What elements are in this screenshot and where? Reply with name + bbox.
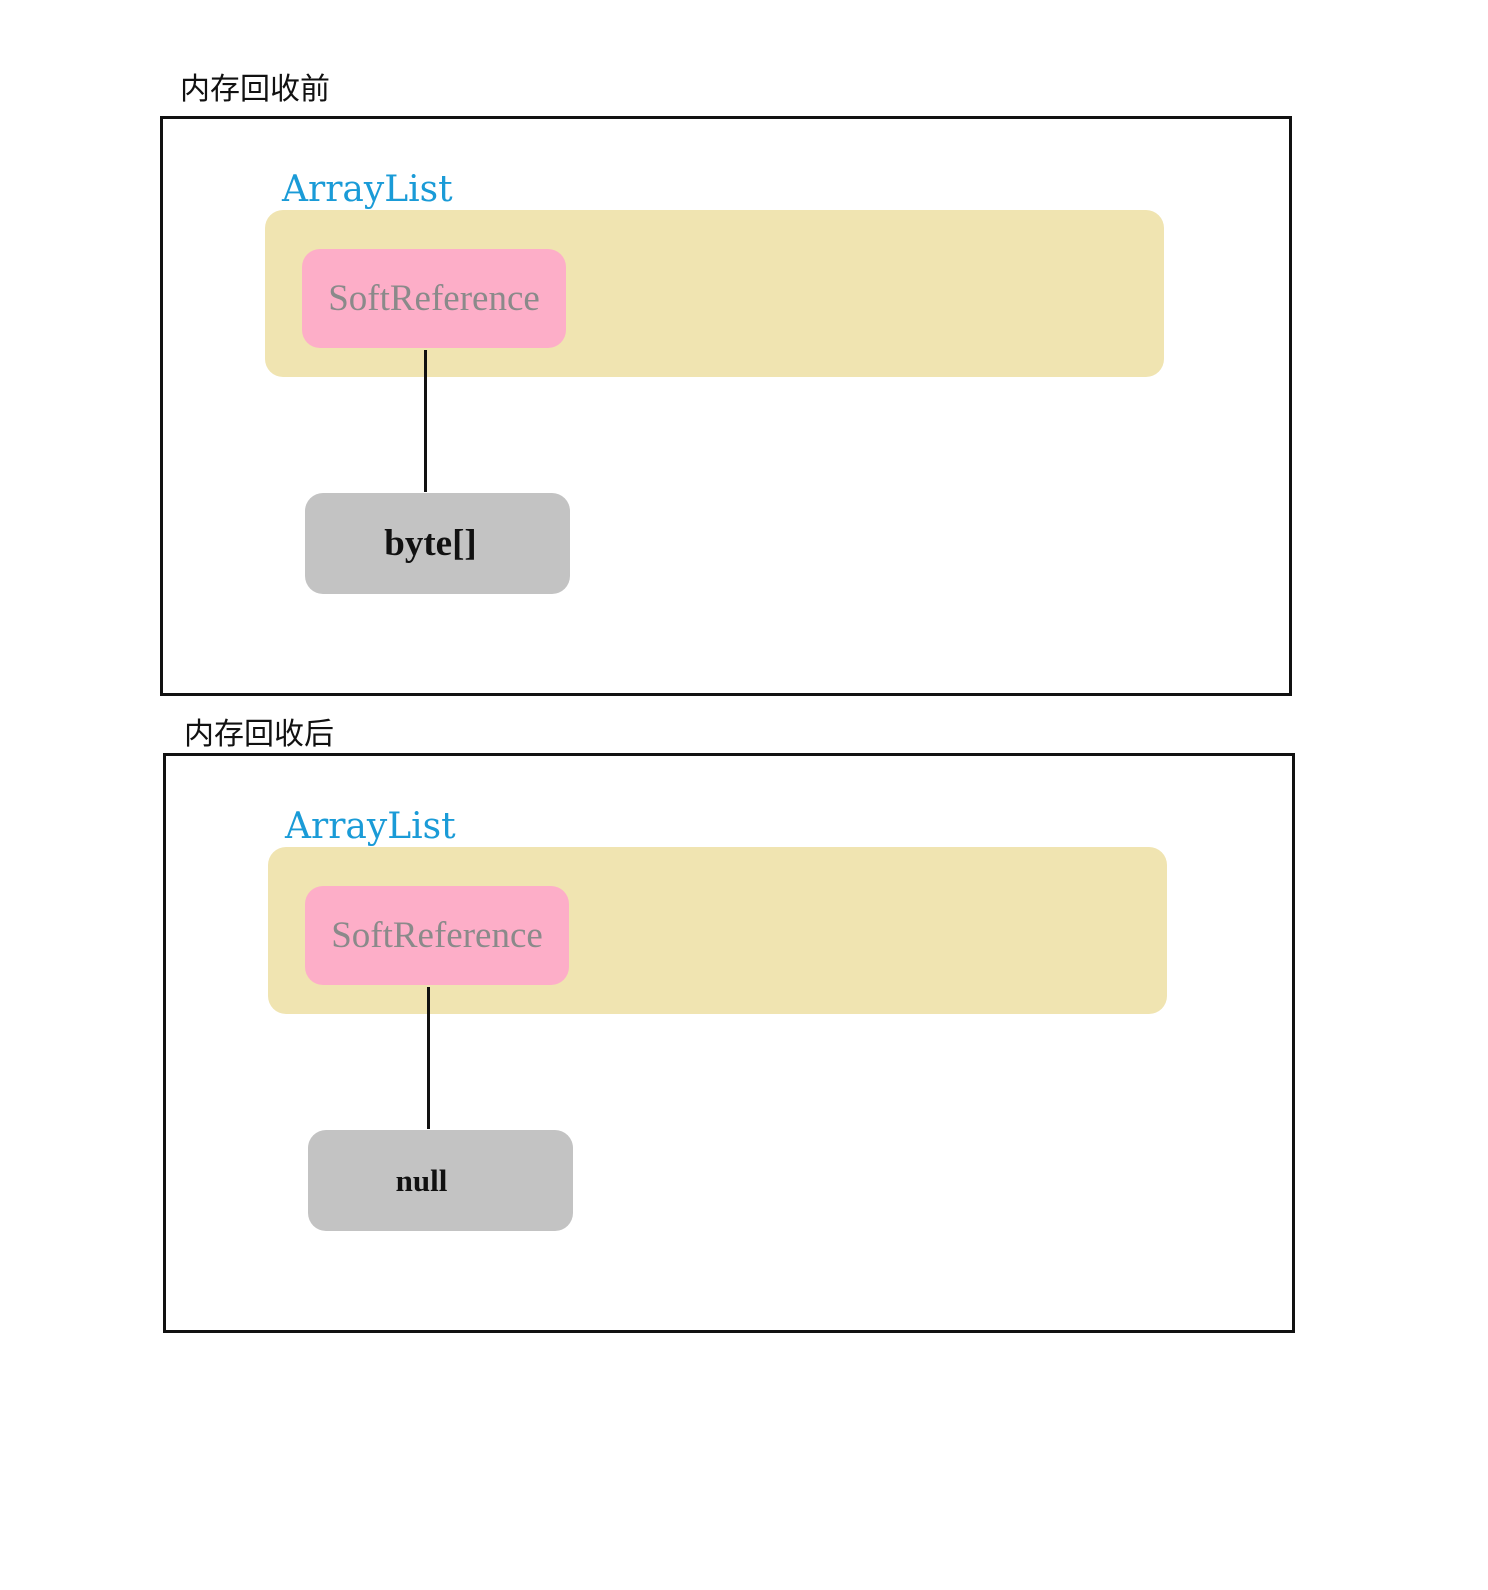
after-gc-title: 内存回收后 — [184, 717, 334, 752]
after-reference-link — [427, 987, 430, 1129]
before-arraylist-label: ArrayList — [282, 169, 453, 210]
after-softreference-label: SoftReference — [331, 915, 543, 956]
before-reference-link — [424, 350, 427, 492]
before-byte-array-label: byte[] — [384, 523, 477, 564]
after-null-label: null — [395, 1162, 448, 1198]
after-softreference-box: SoftReference — [305, 886, 569, 985]
before-softreference-box: SoftReference — [302, 249, 566, 348]
before-softreference-label: SoftReference — [328, 278, 540, 319]
before-gc-title: 内存回收前 — [180, 72, 330, 107]
after-null-box: null — [308, 1130, 573, 1231]
before-byte-array-box: byte[] — [305, 493, 570, 594]
after-arraylist-label: ArrayList — [285, 806, 456, 847]
